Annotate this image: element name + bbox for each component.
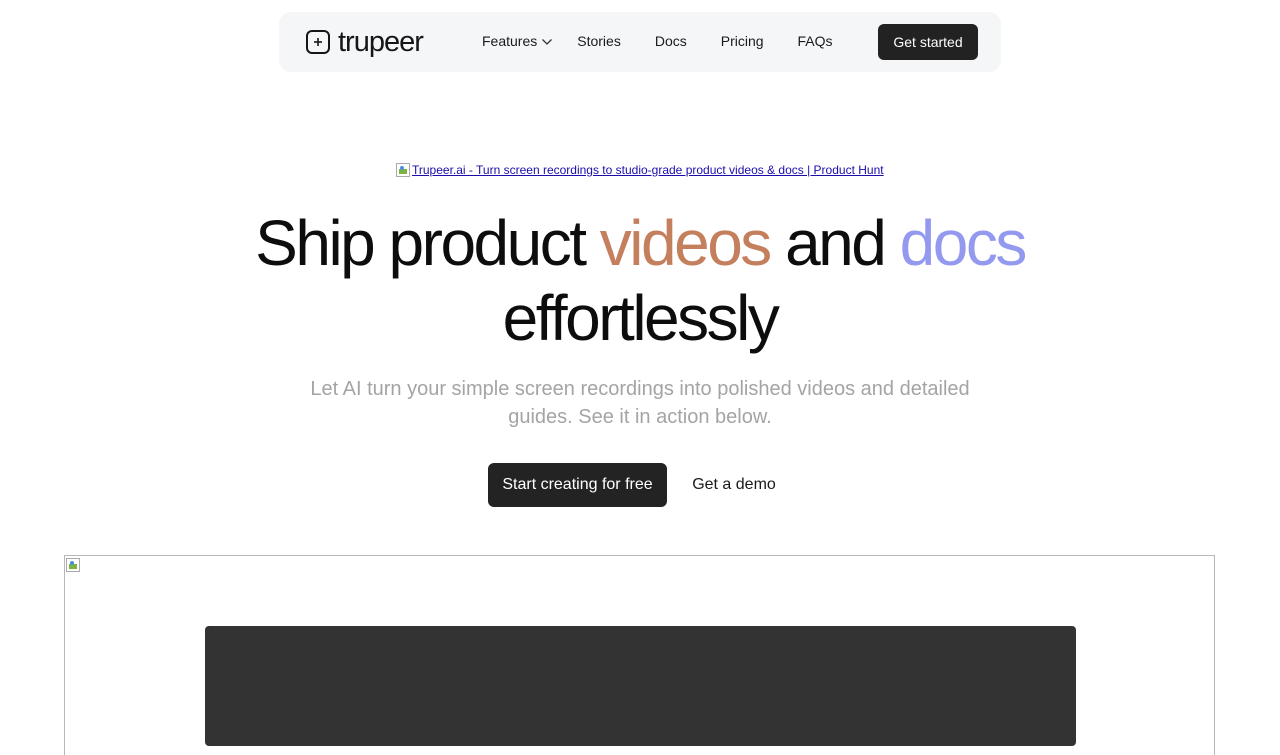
demo-video-player[interactable]: [205, 626, 1076, 746]
product-hunt-badge-link[interactable]: Trupeer.ai - Turn screen recordings to s…: [396, 163, 884, 177]
logo[interactable]: trupeer: [306, 26, 424, 58]
top-navbar: trupeer Features Stories Docs Pricing FA…: [279, 12, 1001, 72]
logo-icon: [306, 30, 330, 54]
nav-item-label: Pricing: [720, 33, 764, 49]
nav-links: Features Stories Docs Pricing FAQs: [482, 33, 833, 49]
start-creating-button[interactable]: Start creating for free: [488, 463, 667, 507]
product-hunt-badge-alt-text: Trupeer.ai - Turn screen recordings to s…: [412, 163, 884, 177]
nav-item-label: FAQs: [797, 33, 833, 49]
hero-subtitle: Let AI turn your simple screen recording…: [310, 378, 970, 428]
headline-highlight-docs: docs: [899, 207, 1028, 279]
get-started-button[interactable]: Get started: [878, 24, 978, 60]
logo-text: trupeer: [338, 26, 424, 58]
nav-item-label: Docs: [654, 33, 687, 49]
nav-item-label: Features: [482, 33, 538, 49]
broken-image-icon: [396, 163, 410, 177]
nav-item-docs[interactable]: Docs: [655, 33, 687, 49]
headline-part: effortlessly: [502, 282, 780, 354]
broken-image-icon: [66, 558, 80, 572]
nav-item-stories[interactable]: Stories: [577, 33, 621, 49]
chevron-down-icon: [542, 38, 553, 45]
nav-item-features[interactable]: Features: [482, 33, 553, 49]
nav-item-pricing[interactable]: Pricing: [721, 33, 764, 49]
hero-headline: Ship product videos and docs effortlessly: [0, 206, 1280, 356]
headline-part: Ship product: [255, 207, 600, 279]
headline-part: and: [769, 207, 900, 279]
nav-item-label: Stories: [577, 33, 621, 49]
get-a-demo-button[interactable]: Get a demo: [684, 463, 784, 507]
headline-highlight-videos: videos: [599, 207, 773, 279]
nav-item-faqs[interactable]: FAQs: [798, 33, 833, 49]
